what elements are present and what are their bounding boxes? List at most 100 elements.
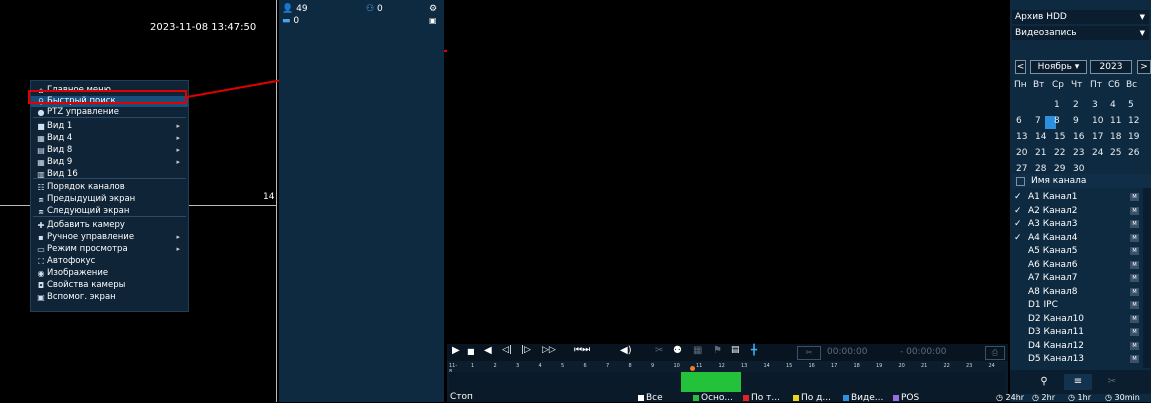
- channel-name: A2 Канал2: [1028, 205, 1078, 216]
- clip-button[interactable]: ✂: [797, 346, 821, 360]
- slow-forward-icon[interactable]: |▷: [521, 345, 531, 355]
- channel-item[interactable]: ✓ A2 Канал2 M: [1012, 204, 1139, 218]
- checkmark-icon: ✓: [1014, 205, 1022, 216]
- main-stream-badge: M: [1130, 206, 1139, 215]
- channel-name: D1 IPC: [1028, 300, 1058, 310]
- calendar-day[interactable]: 26: [1128, 148, 1139, 158]
- smart-search-icon[interactable]: ⚉: [673, 345, 682, 356]
- stop-icon[interactable]: ■: [467, 347, 475, 356]
- play-icon[interactable]: ▶: [452, 345, 460, 356]
- clip-tool-button[interactable]: ✂: [1098, 374, 1126, 390]
- channel-item[interactable]: ✓ A1 Канал1 M: [1012, 190, 1139, 204]
- calendar-day[interactable]: 18: [1110, 132, 1121, 142]
- prev-month-button[interactable]: <: [1015, 60, 1026, 74]
- save-icon[interactable]: ▣: [429, 16, 437, 25]
- period-button[interactable]: ◷ 2hr: [1032, 394, 1055, 402]
- period-button[interactable]: ◷ 24hr: [996, 394, 1024, 402]
- channel-item[interactable]: D5 Канал13 M: [1012, 352, 1139, 366]
- calendar-day[interactable]: 12: [1128, 116, 1139, 126]
- main-stream-badge: M: [1130, 301, 1139, 309]
- calendar-day[interactable]: 30: [1073, 164, 1084, 174]
- checkmark-icon: ✓: [1014, 232, 1022, 243]
- volume-icon[interactable]: ◀): [620, 345, 632, 356]
- people-icon: ⚇: [366, 4, 375, 14]
- frame-step-icon[interactable]: ⏮⏭: [574, 345, 590, 355]
- channel-item[interactable]: A6 Канал6 M: [1012, 258, 1139, 272]
- channel-item[interactable]: D3 Канал11 M: [1012, 325, 1139, 339]
- record-list-icon[interactable]: ▤: [731, 345, 740, 355]
- slow-backward-icon[interactable]: ◁|: [502, 345, 512, 355]
- calendar-day[interactable]: 25: [1110, 148, 1121, 158]
- calendar-day[interactable]: 20: [1016, 148, 1027, 158]
- source-select[interactable]: Архив HDD ▼: [1012, 10, 1149, 24]
- channel-name: D4 Канал12: [1028, 340, 1085, 351]
- timeline-cursor[interactable]: [690, 366, 695, 371]
- calendar-day[interactable]: 21: [1035, 148, 1046, 158]
- filter-color-box: [693, 394, 699, 401]
- channel-item[interactable]: A7 Канал7 M: [1012, 271, 1139, 285]
- record-segment: [681, 372, 741, 392]
- vehicle-count: ▬ 0: [282, 16, 300, 26]
- select-all-checkbox[interactable]: [1016, 177, 1025, 186]
- record-type-select[interactable]: Видеозапись ▼: [1012, 26, 1149, 40]
- channel-item[interactable]: D1 IPC M: [1012, 298, 1139, 312]
- playback-view[interactable]: [447, 0, 1008, 344]
- calendar-day[interactable]: 11: [1110, 116, 1121, 126]
- calendar-day[interactable]: 8: [1054, 116, 1060, 126]
- list-view-button[interactable]: ≡: [1064, 374, 1092, 390]
- channel-item[interactable]: ✓ A4 Канал4 M: [1012, 231, 1139, 245]
- main-stream-badge: M: [1130, 260, 1139, 269]
- channel-item[interactable]: A8 Канал8 M: [1012, 285, 1139, 299]
- timeline-tick: 14: [763, 363, 770, 369]
- calendar-day[interactable]: 7: [1035, 116, 1041, 126]
- calendar-day[interactable]: 6: [1016, 116, 1022, 126]
- calendar-day[interactable]: 15: [1054, 132, 1065, 142]
- calendar-day[interactable]: 22: [1054, 148, 1065, 158]
- timeline-tick: 9: [651, 363, 655, 369]
- backup-icon[interactable]: ⎙: [985, 346, 1005, 360]
- gear-icon[interactable]: ⚙: [429, 4, 437, 14]
- channel-item[interactable]: ✓ A3 Канал3 M: [1012, 217, 1139, 231]
- period-button[interactable]: ◷ 30min: [1105, 394, 1140, 402]
- channel-item[interactable]: A5 Канал5 M: [1012, 244, 1139, 258]
- timeline-tick: 17: [831, 363, 838, 369]
- channel-name: A1 Канал1: [1028, 192, 1078, 202]
- split-icon[interactable]: ╋: [751, 345, 757, 356]
- filter-color-box: [793, 394, 799, 401]
- calendar-day[interactable]: 2: [1073, 100, 1079, 110]
- smart-search-button[interactable]: ⚲: [1030, 374, 1058, 390]
- calendar-day[interactable]: 13: [1016, 132, 1027, 142]
- channel-scrollbar[interactable]: [1143, 188, 1151, 368]
- channel-item[interactable]: D2 Канал10 M: [1012, 312, 1139, 326]
- calendar-day[interactable]: 19: [1128, 132, 1139, 142]
- main-stream-badge: M: [1130, 314, 1139, 323]
- tag-icon: ⚑: [713, 345, 722, 356]
- calendar-day[interactable]: 17: [1092, 132, 1103, 142]
- channel-name: A6 Канал6: [1028, 259, 1078, 270]
- channel-item[interactable]: D4 Канал12 M: [1012, 339, 1139, 353]
- time-end: - 00:00:00: [900, 347, 947, 357]
- fast-forward-icon[interactable]: ▷▷: [542, 345, 556, 355]
- calendar-day[interactable]: 9: [1073, 116, 1079, 126]
- month-select[interactable]: Ноябрь ▾: [1030, 60, 1087, 74]
- timeline-tick: 11: [696, 363, 703, 369]
- period-button[interactable]: ◷ 1hr: [1068, 394, 1091, 402]
- play-backward-icon[interactable]: ◀: [484, 345, 492, 356]
- timeline-tick: 16: [808, 363, 815, 369]
- main-stream-badge: M: [1130, 328, 1139, 336]
- next-month-button[interactable]: >: [1137, 60, 1151, 74]
- main-stream-badge: M: [1130, 287, 1139, 296]
- year-select[interactable]: 2023: [1090, 60, 1132, 74]
- calendar-day[interactable]: 10: [1092, 116, 1103, 126]
- calendar-day[interactable]: 24: [1092, 148, 1103, 158]
- calendar-day[interactable]: 23: [1073, 148, 1084, 158]
- calendar-day[interactable]: 3: [1092, 100, 1098, 110]
- calendar-day[interactable]: 27: [1016, 164, 1027, 174]
- calendar-day[interactable]: 28: [1035, 164, 1046, 174]
- calendar-day[interactable]: 4: [1110, 100, 1116, 110]
- calendar-day[interactable]: 5: [1128, 100, 1134, 110]
- calendar-day[interactable]: 14: [1035, 132, 1046, 142]
- calendar-day[interactable]: 16: [1073, 132, 1084, 142]
- calendar-day[interactable]: 1: [1054, 100, 1060, 110]
- calendar-day[interactable]: 29: [1054, 164, 1065, 174]
